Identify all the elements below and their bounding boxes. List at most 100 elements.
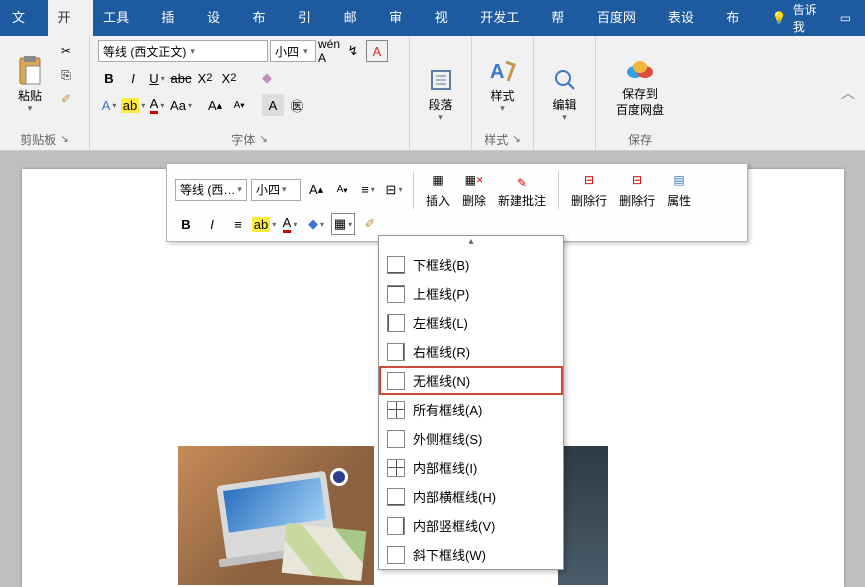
border-preview-icon (387, 459, 405, 477)
font-dialog-launcher[interactable]: ↘ (259, 134, 267, 145)
border-option-7[interactable]: 内部框线(I) (379, 453, 563, 482)
mini-insert-button[interactable]: ▦插入 (422, 170, 454, 209)
border-option-label: 所有框线(A) (413, 400, 482, 419)
menu-table-design[interactable]: 表设计 (658, 0, 716, 36)
font-size-combo[interactable]: 小四▾ (270, 40, 316, 62)
mini-shading-button[interactable]: ◆ (305, 213, 327, 235)
menu-insert[interactable]: 插入 (151, 0, 197, 36)
bold-button[interactable]: B (98, 67, 120, 89)
border-option-9[interactable]: 内部竖框线(V) (379, 511, 563, 540)
change-case-button[interactable]: A (366, 40, 388, 62)
mini-bullet-button[interactable]: ≡ (357, 179, 379, 201)
mini-painter-button[interactable]: ✐ (359, 213, 381, 235)
border-option-label: 左框线(L) (413, 313, 468, 332)
superscript-button[interactable]: X2 (218, 67, 240, 89)
mini-border-button[interactable]: ▦ (331, 213, 355, 235)
char-border-button[interactable]: A (262, 94, 284, 116)
styles-group-label: 样式 (484, 131, 508, 148)
clear-format-button[interactable]: ◆ (256, 67, 278, 89)
border-option-8[interactable]: 内部横框线(H) (379, 482, 563, 511)
clipboard-dialog-launcher[interactable]: ↘ (60, 134, 68, 145)
ribbon-display-icon[interactable]: ▭ (828, 11, 863, 25)
border-option-10[interactable]: 斜下框线(W) (379, 540, 563, 569)
mini-props-button[interactable]: ▤属性 (663, 170, 695, 209)
mini-bold-button[interactable]: B (175, 213, 197, 235)
italic-button[interactable]: I (122, 67, 144, 89)
clipboard-group-label: 剪贴板 (20, 131, 56, 148)
menu-design[interactable]: 设计 (197, 0, 243, 36)
border-option-2[interactable]: 左框线(L) (379, 308, 563, 337)
copy-button[interactable]: ⎘ (54, 64, 78, 86)
format-painter-button[interactable]: ✐ (54, 88, 78, 110)
caret-down-icon: ▾ (28, 103, 33, 114)
menu-help[interactable]: 帮助 (541, 0, 587, 36)
strike-button[interactable]: abc (170, 67, 192, 89)
paragraph-button[interactable]: 段落 ▾ (419, 40, 463, 146)
menu-view[interactable]: 视图 (425, 0, 471, 36)
subscript-button[interactable]: X2 (194, 67, 216, 89)
table-insert-icon: ▦ (426, 170, 450, 190)
mini-delete-button[interactable]: ▦✕ 删除 (458, 170, 490, 209)
border-option-label: 上框线(P) (413, 284, 469, 303)
border-option-4[interactable]: 无框线(N) (379, 366, 563, 395)
mini-italic-button[interactable]: I (201, 213, 223, 235)
border-option-label: 无框线(N) (413, 371, 470, 390)
char-shading-button[interactable]: Aa (170, 94, 192, 116)
mini-del-row2-button[interactable]: ⊟删除行 (615, 170, 659, 209)
mini-align-button[interactable]: ≡ (227, 213, 249, 235)
mini-del-row1-label: 删除行 (571, 192, 607, 209)
mini-comment-label: 新建批注 (498, 195, 546, 207)
border-option-5[interactable]: 所有框线(A) (379, 395, 563, 424)
font-name-combo[interactable]: 等线 (西文正文)▾ (98, 40, 268, 62)
mini-fontcolor-button[interactable]: A (279, 213, 301, 235)
save-to-baidu-button[interactable]: 保存到 百度网盘 (610, 40, 670, 129)
mini-font-combo[interactable]: 等线 (西…▾ (175, 179, 247, 201)
border-option-3[interactable]: 右框线(R) (379, 337, 563, 366)
border-option-0[interactable]: 下框线(B) (379, 250, 563, 279)
mini-highlight-button[interactable]: ab (253, 213, 275, 235)
text-effect-button[interactable]: A (98, 94, 120, 116)
editing-button[interactable]: 编辑 ▾ (543, 40, 587, 146)
menu-mail[interactable]: 邮件 (334, 0, 380, 36)
mini-del-row1-button[interactable]: ⊟删除行 (567, 170, 611, 209)
font-color-button[interactable]: A (146, 94, 168, 116)
menu-devtools[interactable]: 开发工具 (470, 0, 541, 36)
border-option-1[interactable]: 上框线(P) (379, 279, 563, 308)
border-preview-icon (387, 256, 405, 274)
styles-button[interactable]: A 样式 ▾ (481, 40, 525, 129)
scroll-up-button[interactable]: ▴ (379, 236, 563, 250)
mini-shrink-button[interactable]: A▾ (331, 179, 353, 201)
grow-font-button[interactable]: wénA (318, 40, 340, 62)
cut-button[interactable]: ✂ (54, 40, 78, 62)
delete-row-icon: ⊟ (625, 170, 649, 190)
decrease-font-button[interactable]: A▾ (228, 94, 250, 116)
paste-button[interactable]: 粘贴 ▾ (8, 40, 52, 129)
menu-file[interactable]: 文件 (2, 0, 48, 36)
border-option-6[interactable]: 外侧框线(S) (379, 424, 563, 453)
table-delete-icon: ▦✕ (462, 170, 486, 190)
mini-new-comment-button[interactable]: ✎新建批注 (494, 173, 550, 207)
menu-layout2[interactable]: 布局 (716, 0, 762, 36)
menu-baidu[interactable]: 百度网盘 (587, 0, 658, 36)
menu-references[interactable]: 引用 (288, 0, 334, 36)
styles-label: 样式 (490, 89, 514, 103)
mini-toolbar: 等线 (西…▾ 小四▾ A▴ A▾ ≡ ⊟ ▦插入 ▦✕删除 ✎新建批注 ⊟删除… (166, 163, 748, 242)
menu-home[interactable]: 开始 (48, 0, 94, 36)
increase-font-button[interactable]: A▴ (204, 94, 226, 116)
highlight-button[interactable]: ab (122, 94, 144, 116)
mini-size-combo[interactable]: 小四▾ (251, 179, 301, 201)
menu-review[interactable]: 审阅 (379, 0, 425, 36)
shrink-font-button[interactable]: ↯ (342, 40, 364, 62)
styles-dialog-launcher[interactable]: ↘ (512, 134, 520, 145)
enclose-char-button[interactable]: ㊩ (286, 94, 308, 116)
mini-delete-label: 删除 (462, 192, 486, 209)
menu-layout[interactable]: 布局 (243, 0, 289, 36)
mini-grow-button[interactable]: A▴ (305, 179, 327, 201)
menu-toolbox[interactable]: 工具箱 (93, 0, 151, 36)
underline-button[interactable]: U (146, 67, 168, 89)
caret-down-icon: ▾ (500, 103, 505, 114)
ribbon-collapse-button[interactable]: ︿ (841, 83, 855, 103)
paragraph-icon (425, 64, 457, 96)
tellme[interactable]: 💡 告诉我 (772, 1, 828, 35)
mini-number-button[interactable]: ⊟ (383, 179, 405, 201)
